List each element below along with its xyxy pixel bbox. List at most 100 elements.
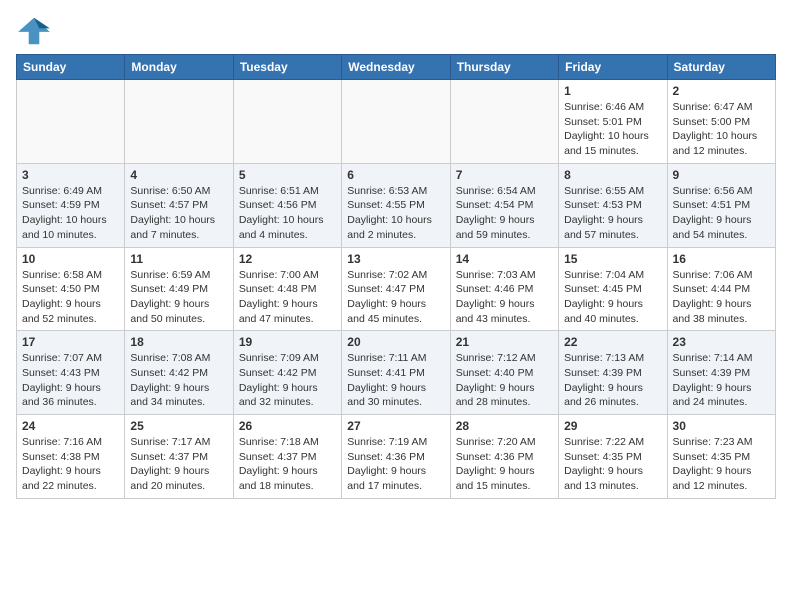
day-number: 9	[673, 168, 770, 182]
weekday-header-saturday: Saturday	[667, 55, 775, 80]
calendar-week-row: 24 Sunrise: 7:16 AMSunset: 4:38 PMDayligh…	[17, 415, 776, 499]
day-number: 26	[239, 419, 336, 433]
day-number: 3	[22, 168, 119, 182]
day-number: 11	[130, 252, 227, 266]
logo	[16, 16, 56, 46]
day-number: 17	[22, 335, 119, 349]
calendar-table: SundayMondayTuesdayWednesdayThursdayFrid…	[16, 54, 776, 499]
weekday-header-wednesday: Wednesday	[342, 55, 450, 80]
calendar-day-cell	[342, 80, 450, 164]
day-number: 4	[130, 168, 227, 182]
calendar-day-cell: 13 Sunrise: 7:02 AMSunset: 4:47 PMDayligh…	[342, 247, 450, 331]
calendar-day-cell: 26 Sunrise: 7:18 AMSunset: 4:37 PMDayligh…	[233, 415, 341, 499]
day-number: 30	[673, 419, 770, 433]
day-number: 6	[347, 168, 444, 182]
day-number: 28	[456, 419, 553, 433]
weekday-header-friday: Friday	[559, 55, 667, 80]
day-info: Sunrise: 7:18 AMSunset: 4:37 PMDaylight:…	[239, 435, 336, 494]
calendar-day-cell: 28 Sunrise: 7:20 AMSunset: 4:36 PMDayligh…	[450, 415, 558, 499]
calendar-day-cell: 22 Sunrise: 7:13 AMSunset: 4:39 PMDayligh…	[559, 331, 667, 415]
day-number: 22	[564, 335, 661, 349]
calendar-day-cell: 29 Sunrise: 7:22 AMSunset: 4:35 PMDayligh…	[559, 415, 667, 499]
day-number: 18	[130, 335, 227, 349]
day-number: 5	[239, 168, 336, 182]
day-info: Sunrise: 6:55 AMSunset: 4:53 PMDaylight:…	[564, 184, 661, 243]
calendar-day-cell: 12Sunrise: 7:00 AMSunset: 4:48 PMDayligh…	[233, 247, 341, 331]
day-info: Sunrise: 6:53 AMSunset: 4:55 PMDaylight:…	[347, 184, 444, 243]
day-info: Sunrise: 6:47 AMSunset: 5:00 PMDaylight:…	[673, 100, 770, 159]
day-info: Sunrise: 6:50 AMSunset: 4:57 PMDaylight:…	[130, 184, 227, 243]
day-info: Sunrise: 7:20 AMSunset: 4:36 PMDaylight:…	[456, 435, 553, 494]
day-number: 23	[673, 335, 770, 349]
calendar-day-cell: 19 Sunrise: 7:09 AMSunset: 4:42 PMDayligh…	[233, 331, 341, 415]
calendar-day-cell: 23Sunrise: 7:14 AMSunset: 4:39 PMDayligh…	[667, 331, 775, 415]
page-header	[16, 16, 776, 46]
day-info: Sunrise: 7:08 AMSunset: 4:42 PMDaylight:…	[130, 351, 227, 410]
calendar-day-cell: 6 Sunrise: 6:53 AMSunset: 4:55 PMDaylight…	[342, 163, 450, 247]
day-info: Sunrise: 7:09 AMSunset: 4:42 PMDaylight:…	[239, 351, 336, 410]
day-number: 10	[22, 252, 119, 266]
day-info: Sunrise: 7:07 AMSunset: 4:43 PMDaylight:…	[22, 351, 119, 410]
day-number: 7	[456, 168, 553, 182]
day-number: 21	[456, 335, 553, 349]
calendar-week-row: 17 Sunrise: 7:07 AMSunset: 4:43 PMDayligh…	[17, 331, 776, 415]
day-info: Sunrise: 6:46 AMSunset: 5:01 PMDaylight:…	[564, 100, 661, 159]
day-number: 27	[347, 419, 444, 433]
weekday-header-monday: Monday	[125, 55, 233, 80]
day-info: Sunrise: 6:54 AMSunset: 4:54 PMDaylight:…	[456, 184, 553, 243]
calendar-day-cell: 2Sunrise: 6:47 AMSunset: 5:00 PMDaylight…	[667, 80, 775, 164]
calendar-day-cell: 14 Sunrise: 7:03 AMSunset: 4:46 PMDayligh…	[450, 247, 558, 331]
calendar-day-cell: 7 Sunrise: 6:54 AMSunset: 4:54 PMDaylight…	[450, 163, 558, 247]
day-number: 29	[564, 419, 661, 433]
day-info: Sunrise: 7:22 AMSunset: 4:35 PMDaylight:…	[564, 435, 661, 494]
calendar-day-cell: 20 Sunrise: 7:11 AMSunset: 4:41 PMDayligh…	[342, 331, 450, 415]
day-number: 12	[239, 252, 336, 266]
calendar-day-cell: 27 Sunrise: 7:19 AMSunset: 4:36 PMDayligh…	[342, 415, 450, 499]
logo-icon	[16, 16, 52, 46]
calendar-day-cell: 8 Sunrise: 6:55 AMSunset: 4:53 PMDaylight…	[559, 163, 667, 247]
calendar-day-cell: 15 Sunrise: 7:04 AMSunset: 4:45 PMDayligh…	[559, 247, 667, 331]
calendar-day-cell: 16 Sunrise: 7:06 AMSunset: 4:44 PMDayligh…	[667, 247, 775, 331]
calendar-day-cell: 24 Sunrise: 7:16 AMSunset: 4:38 PMDayligh…	[17, 415, 125, 499]
day-info: Sunrise: 7:19 AMSunset: 4:36 PMDaylight:…	[347, 435, 444, 494]
calendar-day-cell: 5Sunrise: 6:51 AMSunset: 4:56 PMDaylight…	[233, 163, 341, 247]
day-info: Sunrise: 7:16 AMSunset: 4:38 PMDaylight:…	[22, 435, 119, 494]
day-number: 19	[239, 335, 336, 349]
day-info: Sunrise: 7:23 AMSunset: 4:35 PMDaylight:…	[673, 435, 770, 494]
calendar-day-cell: 18 Sunrise: 7:08 AMSunset: 4:42 PMDayligh…	[125, 331, 233, 415]
day-info: Sunrise: 6:59 AMSunset: 4:49 PMDaylight:…	[130, 268, 227, 327]
calendar-day-cell: 21 Sunrise: 7:12 AMSunset: 4:40 PMDayligh…	[450, 331, 558, 415]
calendar-week-row: 1 Sunrise: 6:46 AMSunset: 5:01 PMDaylight…	[17, 80, 776, 164]
calendar-day-cell	[450, 80, 558, 164]
day-info: Sunrise: 7:04 AMSunset: 4:45 PMDaylight:…	[564, 268, 661, 327]
calendar-day-cell	[233, 80, 341, 164]
calendar-day-cell: 10Sunrise: 6:58 AMSunset: 4:50 PMDayligh…	[17, 247, 125, 331]
weekday-header-thursday: Thursday	[450, 55, 558, 80]
day-number: 20	[347, 335, 444, 349]
day-number: 15	[564, 252, 661, 266]
day-info: Sunrise: 6:56 AMSunset: 4:51 PMDaylight:…	[673, 184, 770, 243]
day-info: Sunrise: 7:12 AMSunset: 4:40 PMDaylight:…	[456, 351, 553, 410]
weekday-header-tuesday: Tuesday	[233, 55, 341, 80]
day-number: 16	[673, 252, 770, 266]
day-info: Sunrise: 7:13 AMSunset: 4:39 PMDaylight:…	[564, 351, 661, 410]
day-number: 13	[347, 252, 444, 266]
weekday-header-sunday: Sunday	[17, 55, 125, 80]
day-info: Sunrise: 7:02 AMSunset: 4:47 PMDaylight:…	[347, 268, 444, 327]
day-number: 1	[564, 84, 661, 98]
calendar-day-cell: 4 Sunrise: 6:50 AMSunset: 4:57 PMDaylight…	[125, 163, 233, 247]
day-info: Sunrise: 7:06 AMSunset: 4:44 PMDaylight:…	[673, 268, 770, 327]
calendar-day-cell: 25Sunrise: 7:17 AMSunset: 4:37 PMDayligh…	[125, 415, 233, 499]
day-number: 24	[22, 419, 119, 433]
calendar-day-cell	[125, 80, 233, 164]
day-info: Sunrise: 7:11 AMSunset: 4:41 PMDaylight:…	[347, 351, 444, 410]
day-number: 8	[564, 168, 661, 182]
calendar-day-cell: 3 Sunrise: 6:49 AMSunset: 4:59 PMDaylight…	[17, 163, 125, 247]
calendar-day-cell	[17, 80, 125, 164]
day-info: Sunrise: 7:17 AMSunset: 4:37 PMDaylight:…	[130, 435, 227, 494]
calendar-day-cell: 17 Sunrise: 7:07 AMSunset: 4:43 PMDayligh…	[17, 331, 125, 415]
calendar-day-cell: 11 Sunrise: 6:59 AMSunset: 4:49 PMDayligh…	[125, 247, 233, 331]
day-info: Sunrise: 7:03 AMSunset: 4:46 PMDaylight:…	[456, 268, 553, 327]
day-info: Sunrise: 6:49 AMSunset: 4:59 PMDaylight:…	[22, 184, 119, 243]
day-number: 14	[456, 252, 553, 266]
